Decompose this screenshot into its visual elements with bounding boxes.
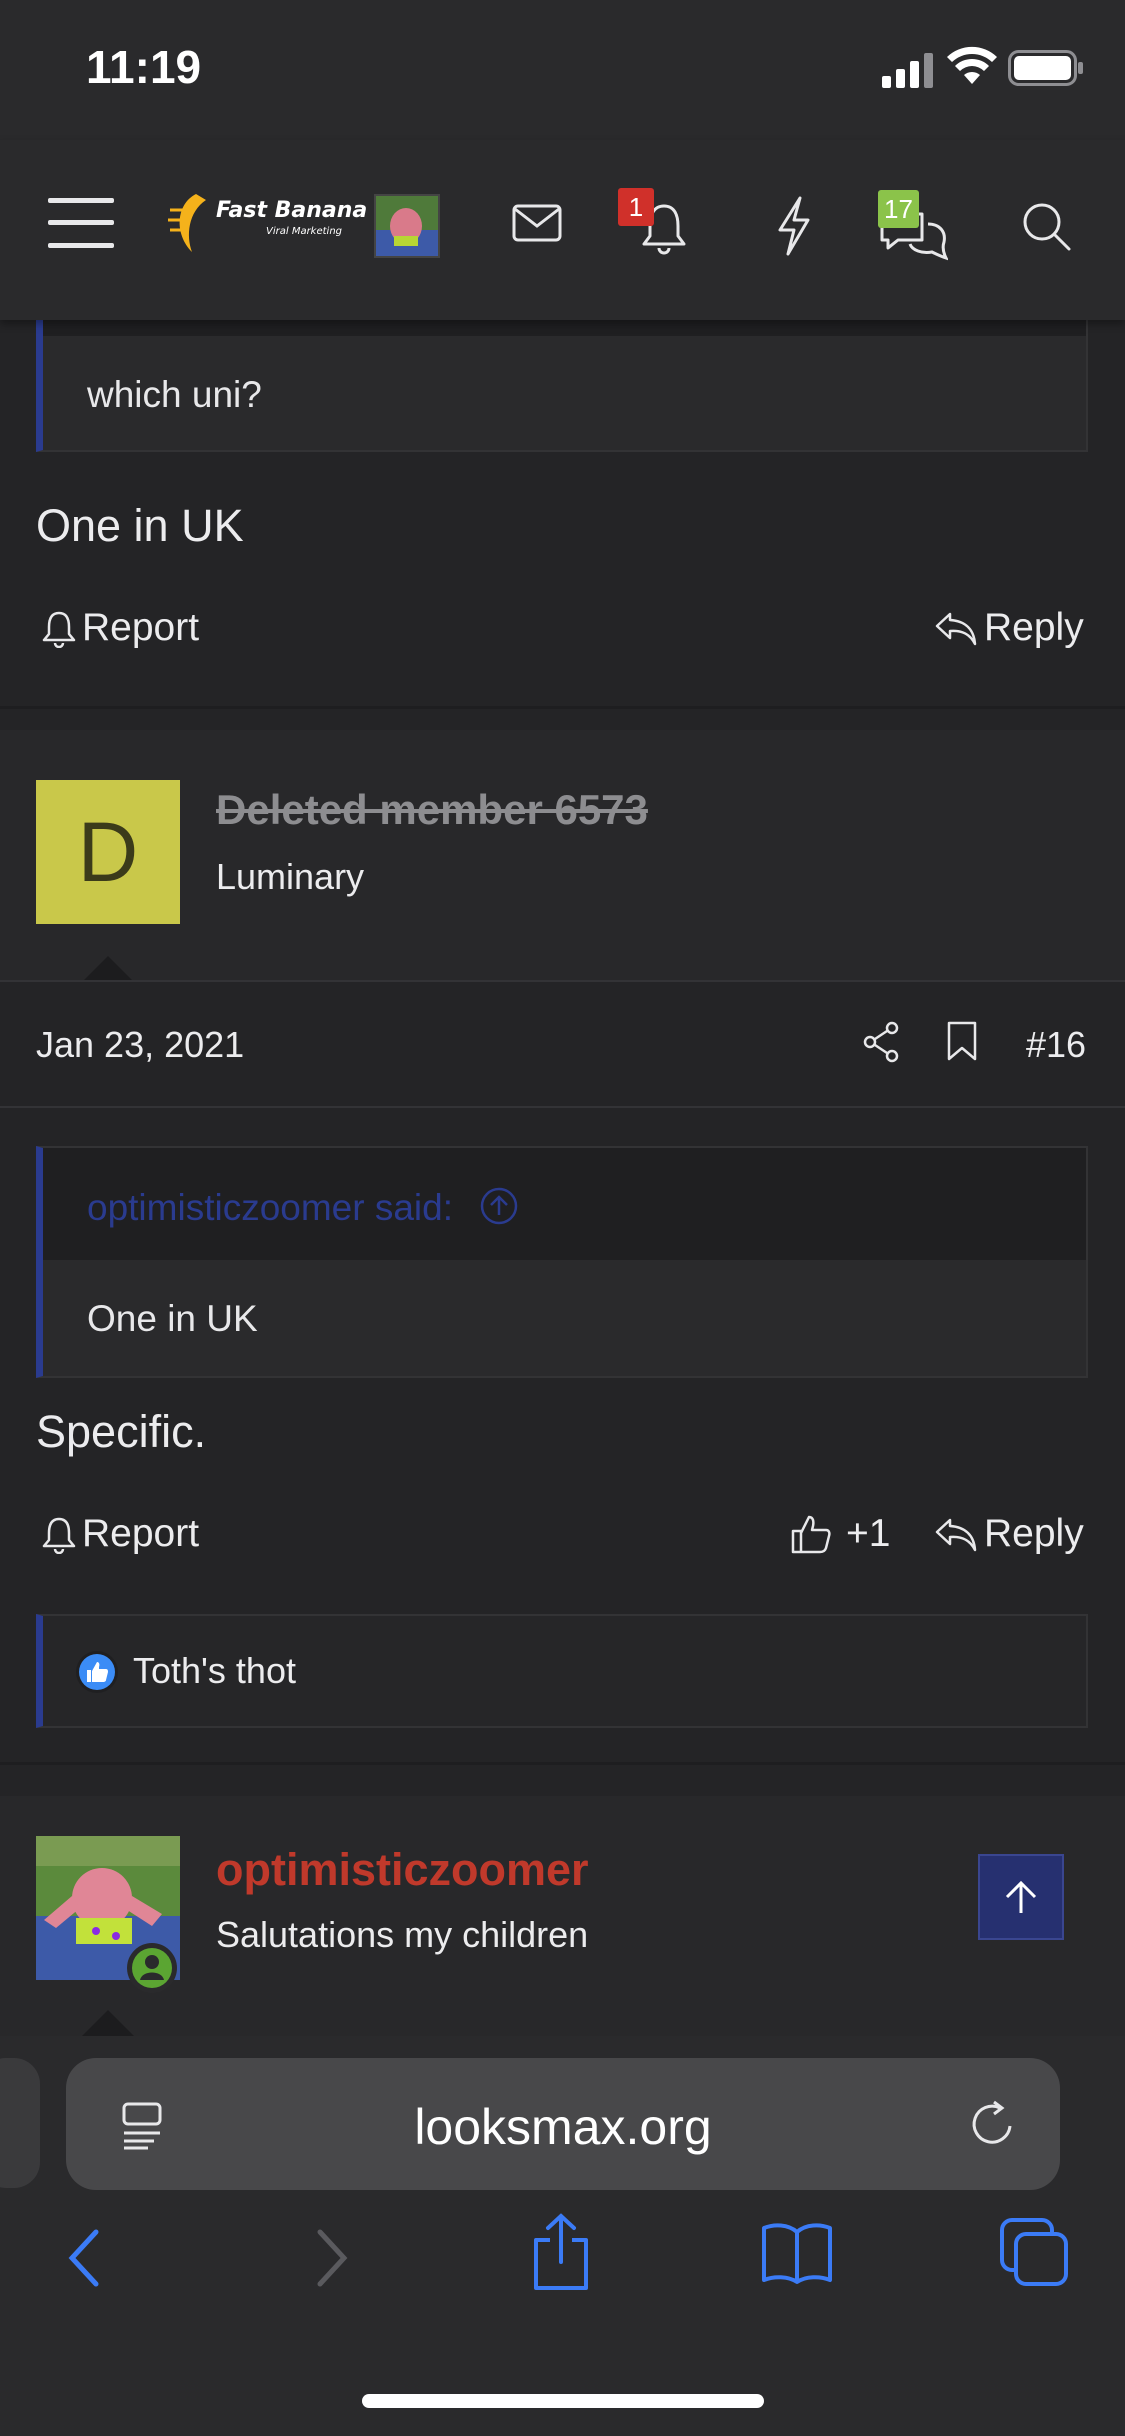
- user-title: Luminary: [216, 856, 365, 897]
- status-time: 11:19: [86, 41, 202, 93]
- scroll-to-top-button[interactable]: [978, 1854, 1064, 1940]
- status-bar: 11:19: [0, 0, 1125, 140]
- report-label: Report: [82, 606, 200, 649]
- reload-icon[interactable]: [966, 2098, 1018, 2150]
- quote-text: One in UK: [87, 1298, 258, 1339]
- bell-icon: [42, 611, 76, 648]
- mail-icon[interactable]: [512, 202, 562, 246]
- reactions-users[interactable]: Toth's thot: [133, 1650, 296, 1692]
- bell-icon: [42, 1517, 76, 1554]
- bolt-icon[interactable]: [774, 196, 814, 256]
- reply-button[interactable]: Reply: [934, 1512, 1084, 1556]
- report-button[interactable]: Report: [42, 1512, 199, 1556]
- bookmarks-icon[interactable]: [760, 2220, 834, 2286]
- reactions-bar[interactable]: Toth's thot: [36, 1614, 1088, 1728]
- like-reaction-icon: [76, 1651, 118, 1693]
- user-title: Salutations my children: [216, 1914, 589, 1955]
- reply-label: Reply: [984, 1512, 1084, 1555]
- site-logo[interactable]: Fast Banana Viral Marketing: [166, 190, 367, 256]
- previous-tab-peek[interactable]: [0, 2058, 40, 2188]
- browser-toolbar: looksmax.org: [0, 2036, 1125, 2436]
- jump-up-icon[interactable]: [479, 1186, 519, 1226]
- home-indicator: [362, 2394, 764, 2408]
- post-body: One in UK: [36, 500, 244, 551]
- share-icon[interactable]: [862, 1020, 902, 1064]
- forum-header: Fast Banana Viral Marketing 1 17: [0, 140, 1125, 320]
- reply-icon: [935, 612, 977, 646]
- signal-icon: [882, 53, 933, 88]
- address-bar[interactable]: looksmax.org: [66, 2058, 1060, 2190]
- forward-icon[interactable]: [306, 2226, 354, 2290]
- thumbs-up-icon: [791, 1515, 831, 1554]
- account-avatar[interactable]: [374, 194, 440, 258]
- tabs-icon[interactable]: [998, 2216, 1070, 2288]
- logo-text: Fast Banana: [216, 198, 368, 223]
- like-button[interactable]: +1: [790, 1512, 890, 1556]
- username: Deleted member 6573: [216, 786, 648, 833]
- bookmark-icon[interactable]: [946, 1020, 978, 1062]
- report-label: Report: [82, 1512, 200, 1555]
- quote-block: optimisticzoomer said: One in UK: [36, 1146, 1088, 1378]
- menu-icon[interactable]: [48, 196, 114, 250]
- back-icon[interactable]: [62, 2226, 110, 2290]
- username[interactable]: optimisticzoomer: [216, 1844, 589, 1896]
- thread-content: which uni? One in UK Report Reply D Dele…: [0, 320, 1125, 2036]
- avatar[interactable]: D: [36, 780, 180, 924]
- url-text: looksmax.org: [414, 2099, 712, 2155]
- search-icon[interactable]: [1020, 200, 1072, 252]
- battery-icon: [1008, 50, 1083, 86]
- post-number[interactable]: #16: [1026, 1024, 1086, 1066]
- quote-author-label: optimisticzoomer said:: [87, 1187, 454, 1228]
- post-body: Specific.: [36, 1406, 207, 1457]
- like-count: +1: [846, 1512, 891, 1555]
- banana-icon: [168, 194, 206, 252]
- quote-text: which uni?: [87, 374, 262, 415]
- online-status-icon: [127, 1943, 177, 1993]
- wifi-icon: [947, 46, 997, 84]
- reply-icon: [935, 1518, 977, 1552]
- report-button[interactable]: Report: [42, 606, 199, 650]
- logo-subtext: Viral Marketing: [266, 226, 343, 237]
- quote-block: which uni?: [36, 320, 1088, 452]
- share-sheet-icon[interactable]: [530, 2212, 592, 2292]
- quote-author[interactable]: optimisticzoomer said:: [87, 1186, 519, 1229]
- conversations-badge: 17: [878, 190, 919, 228]
- reply-button[interactable]: Reply: [934, 606, 1084, 650]
- reply-label: Reply: [984, 606, 1084, 649]
- arrow-up-icon: [1005, 1880, 1037, 1913]
- post-date[interactable]: Jan 23, 2021: [36, 1024, 244, 1066]
- alerts-badge: 1: [618, 188, 654, 226]
